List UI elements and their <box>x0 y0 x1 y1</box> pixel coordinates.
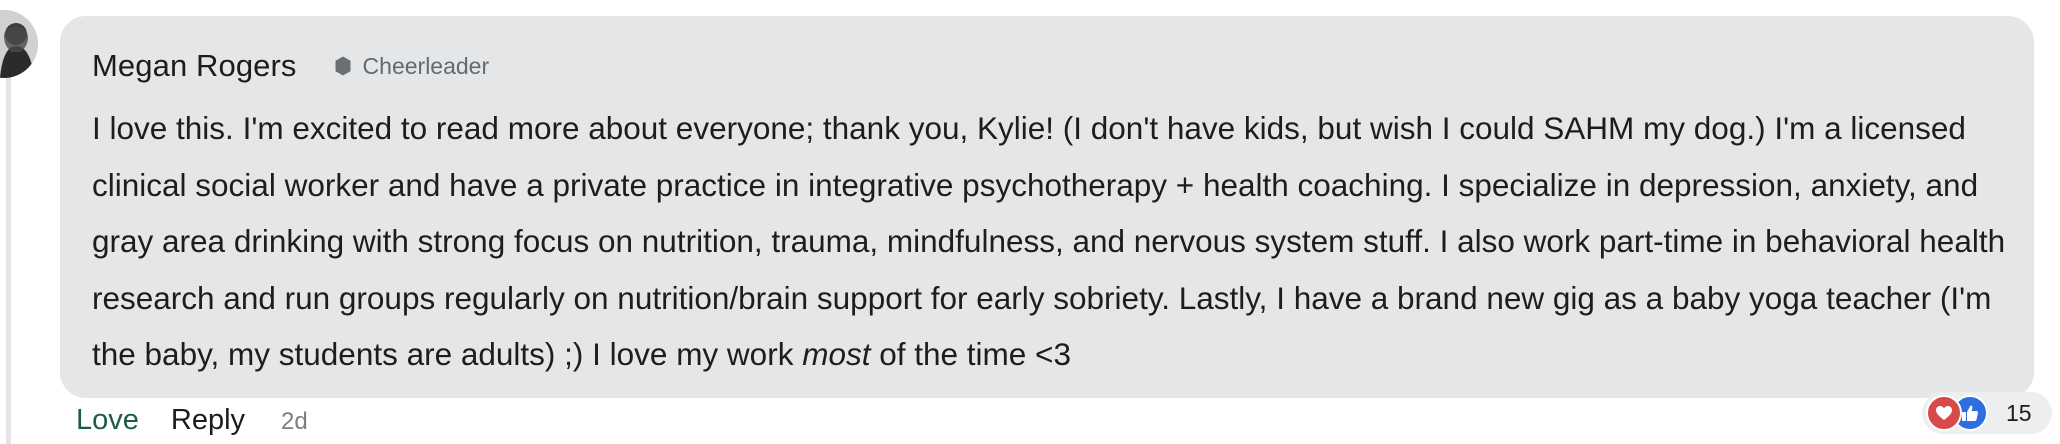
comment-actions: Love Reply 2d <box>76 404 308 437</box>
reply-button[interactable]: Reply <box>171 404 245 437</box>
heart-icon <box>1926 395 1962 431</box>
badge-icon <box>335 56 351 76</box>
member-badge: Cheerleader <box>333 52 490 80</box>
avatar[interactable] <box>0 10 38 78</box>
reactions-summary[interactable]: 15 <box>1922 392 2052 434</box>
author-name[interactable]: Megan Rogers <box>92 48 297 84</box>
comment-body: I love this. I'm excited to read more ab… <box>92 100 2012 383</box>
comment-timestamp[interactable]: 2d <box>281 408 308 436</box>
comment-header: Megan Rogers Cheerleader <box>92 44 489 88</box>
reaction-count: 15 <box>2006 399 2032 426</box>
love-button[interactable]: Love <box>76 404 139 437</box>
badge-label: Cheerleader <box>362 52 490 79</box>
thread-line <box>6 40 11 444</box>
comment-text: I love this. I'm excited to read more ab… <box>92 110 2006 372</box>
avatar-photo <box>0 10 38 78</box>
comment-bubble: Megan Rogers Cheerleader I love this. I'… <box>60 16 2034 398</box>
comment-emphasis: most <box>802 336 871 372</box>
comment-text-end: of the time <3 <box>870 336 1071 372</box>
